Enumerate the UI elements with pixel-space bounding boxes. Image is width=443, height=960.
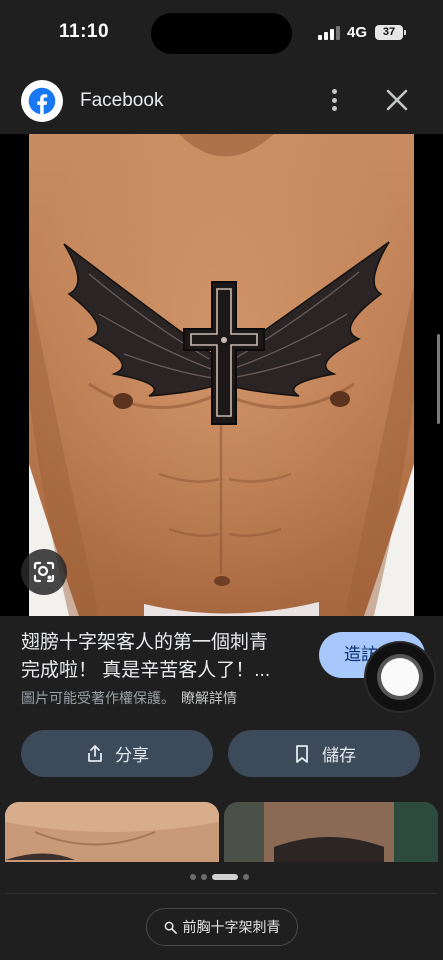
pager-dot [190,874,196,880]
result-title[interactable]: 翅膀十字架客人的第一個刺青 完成啦！ 真是辛苦客人了！... [21,629,311,685]
pager-dot [201,874,207,880]
search-icon [164,921,177,934]
source-name[interactable]: Facebook [80,90,163,112]
network-type: 4G [347,24,368,41]
divider [5,893,438,894]
more-vert-icon[interactable] [323,86,345,114]
lens-search-icon[interactable] [21,549,67,595]
pager-dot [243,874,249,880]
result-title-line1: 翅膀十字架客人的第一個刺青 [21,632,269,653]
battery-icon: 37 [375,25,406,40]
floating-button-inner [381,658,419,696]
image-viewer[interactable] [0,134,443,616]
lens-icon-svg [33,561,55,583]
copyright-notice: 圖片可能受著作權保護。 瞭解詳情 [21,688,237,708]
close-icon[interactable] [384,87,410,113]
related-image-thumbnail[interactable] [224,802,438,862]
facebook-logo-svg [28,87,56,115]
copyright-text: 圖片可能受著作權保護。 [21,690,175,706]
signal-icon [318,26,340,40]
floating-assistive-button[interactable] [366,643,434,711]
save-label: 儲存 [322,746,356,765]
pager-dots [190,874,249,880]
bookmark-icon [296,744,308,763]
save-button[interactable]: 儲存 [228,730,420,777]
share-label: 分享 [115,746,149,765]
pager-dot-active [212,874,238,880]
search-chip-label: 前胸十字架刺青 [182,919,281,935]
battery-level: 37 [382,26,396,38]
dynamic-island [151,13,292,54]
share-button[interactable]: 分享 [21,730,213,777]
tattoo-photo[interactable] [29,134,414,616]
source-header: Facebook [0,66,443,134]
related-image-thumbnail[interactable] [5,802,219,862]
facebook-logo-icon[interactable] [21,80,63,122]
scroll-indicator [437,334,440,424]
thumbnail-strip-bottom [0,862,443,902]
status-bar: 11:10 4G 37 [0,0,443,66]
learn-more-link[interactable]: 瞭解詳情 [181,690,237,706]
status-time: 11:10 [59,21,110,42]
result-title-line2: 完成啦！ 真是辛苦客人了！... [21,660,271,681]
share-icon [88,744,102,762]
related-search-chip[interactable]: 前胸十字架刺青 [146,908,298,946]
